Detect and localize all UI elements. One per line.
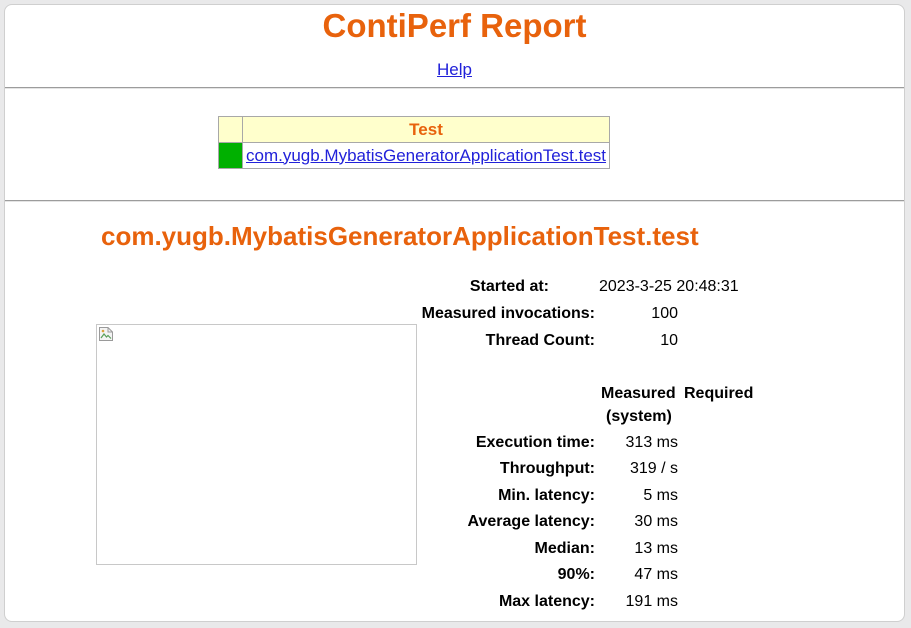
- execution-time-label: Execution time:: [475, 434, 595, 451]
- test-summary-table: Test com.yugb.MybatisGeneratorApplicatio…: [218, 116, 611, 169]
- thread-count-label: Thread Count:: [485, 332, 595, 349]
- divider-middle: [5, 200, 904, 202]
- measured-column-header: Measured: [601, 385, 676, 402]
- min-latency-value: 5 ms: [643, 487, 678, 504]
- test-column-header: Test: [241, 116, 611, 143]
- median-label: Median:: [534, 540, 595, 557]
- invocations-value: 100: [651, 305, 678, 322]
- invocations-label: Measured invocations:: [421, 305, 595, 322]
- broken-image-icon: [99, 327, 113, 341]
- median-value: 13 ms: [634, 540, 678, 557]
- page-title: ContiPerf Report: [322, 7, 587, 44]
- thread-count-value: 10: [660, 332, 678, 349]
- required-column-header: Required: [684, 385, 754, 402]
- summary-header-row: Test: [218, 116, 611, 143]
- percentile-90-label: 90%:: [557, 566, 595, 583]
- average-latency-label: Average latency:: [467, 513, 595, 530]
- min-latency-label: Min. latency:: [498, 487, 595, 504]
- test-name-cell: com.yugb.MybatisGeneratorApplicationTest…: [241, 142, 611, 169]
- execution-time-value: 313 ms: [625, 434, 678, 451]
- average-latency-value: 30 ms: [634, 513, 678, 530]
- started-at-value: 2023-3-25 20:48:31: [599, 278, 739, 295]
- table-row: com.yugb.MybatisGeneratorApplicationTest…: [218, 142, 611, 169]
- max-latency-label: Max latency:: [498, 593, 595, 610]
- status-header-cell: [218, 116, 243, 143]
- started-at-label: Started at:: [469, 278, 549, 295]
- test-detail-title: com.yugb.MybatisGeneratorApplicationTest…: [101, 221, 699, 251]
- latency-chart-image: [96, 324, 417, 565]
- status-indicator: [218, 142, 243, 169]
- percentile-90-value: 47 ms: [634, 566, 678, 583]
- test-link[interactable]: com.yugb.MybatisGeneratorApplicationTest…: [246, 146, 606, 165]
- throughput-label: Throughput:: [499, 460, 595, 477]
- divider-top: [5, 87, 904, 89]
- measured-column-subheader: (system): [606, 408, 672, 425]
- help-link[interactable]: Help: [437, 60, 472, 79]
- max-latency-value: 191 ms: [625, 593, 678, 610]
- report-page: ContiPerf Report Help Test com.yugb.Myba…: [4, 4, 905, 622]
- throughput-value: 319 / s: [629, 460, 678, 477]
- help-container: Help: [5, 60, 904, 80]
